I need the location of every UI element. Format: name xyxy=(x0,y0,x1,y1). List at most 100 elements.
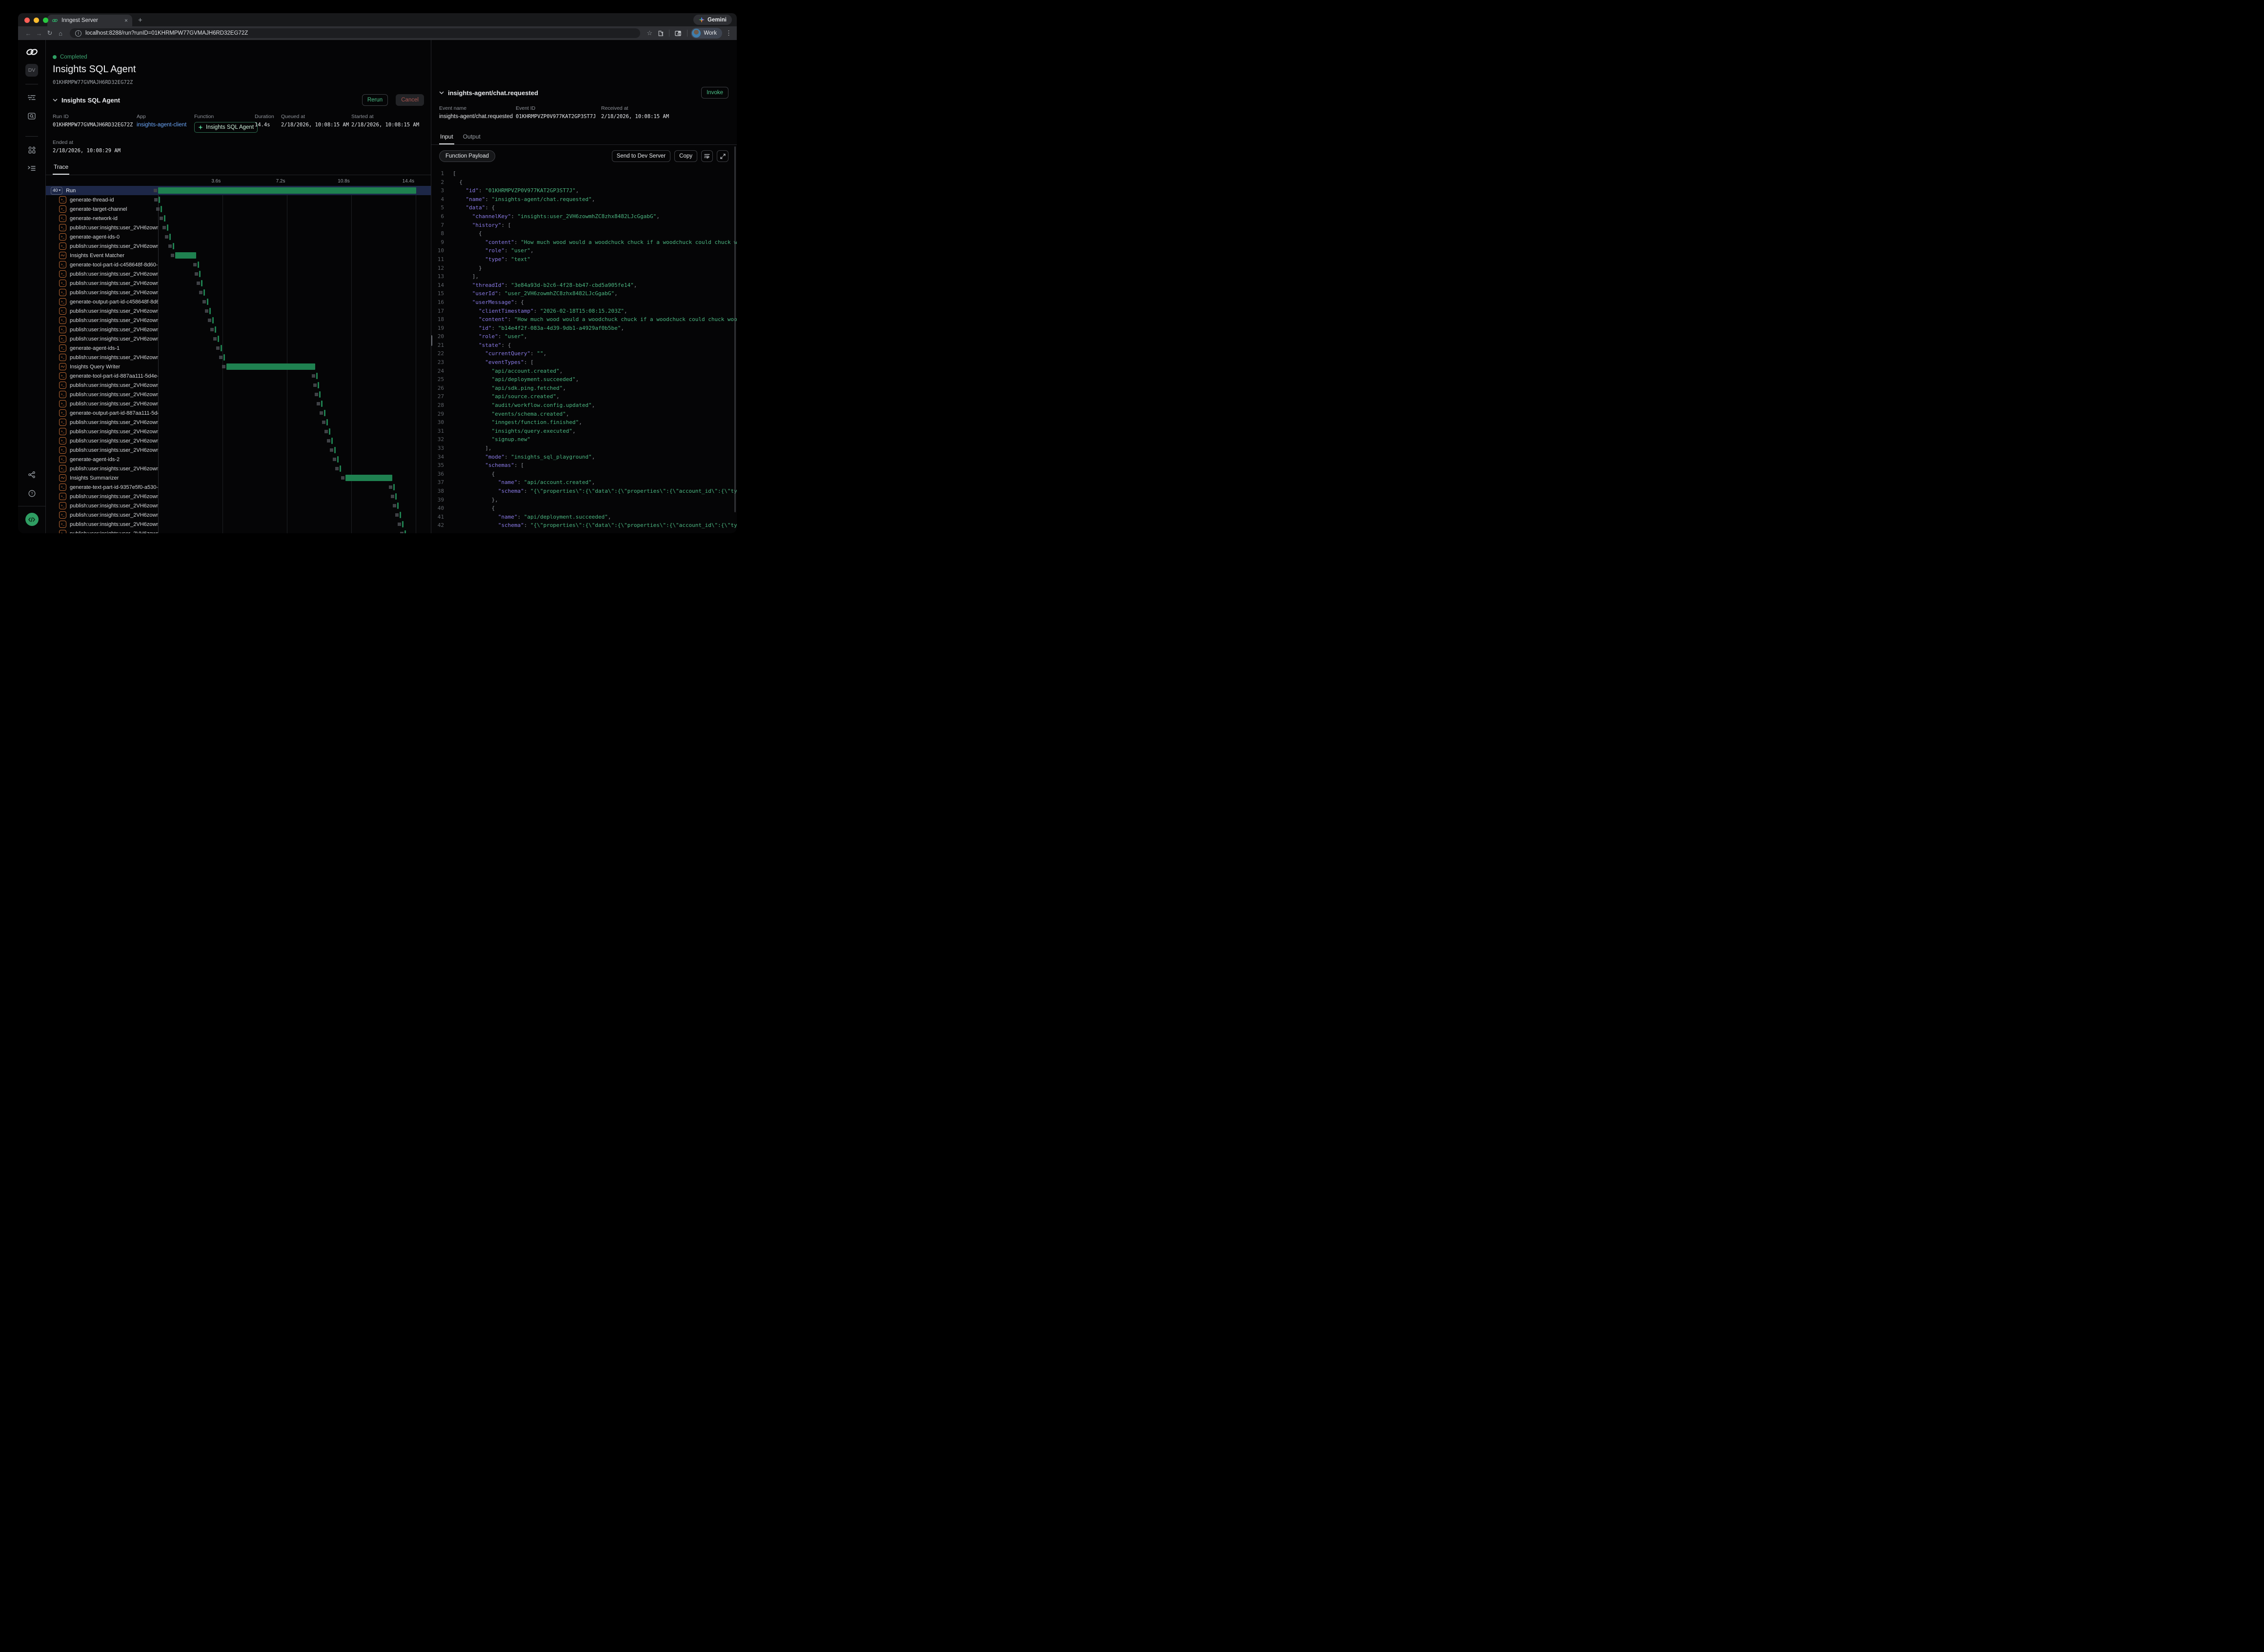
trace-span-row[interactable]: Insights Event Matcher xyxy=(46,251,431,260)
trace-span-row[interactable]: >_publish:user:insights:user_2VH6zowmh..… xyxy=(46,436,431,445)
trace-span-row[interactable]: >_generate-tool-part-id-887aa111-5d4e-45… xyxy=(46,371,431,381)
step-icon: >_ xyxy=(59,344,66,352)
zoom-window-button[interactable] xyxy=(43,18,48,23)
run-accordion-header[interactable]: Insights SQL Agent Rerun Cancel xyxy=(46,91,431,109)
trace-span-row[interactable]: >_publish:user:insights:user_2VH6zowmh..… xyxy=(46,288,431,297)
trace-span-row[interactable]: >_publish:user:insights:user_2VH6zowmh..… xyxy=(46,520,431,529)
back-icon[interactable]: ← xyxy=(23,30,34,37)
new-tab-button[interactable]: + xyxy=(138,16,142,24)
home-icon[interactable]: ⌂ xyxy=(55,30,66,37)
tab-input[interactable]: Input xyxy=(439,130,454,144)
trace-run-row[interactable]: 40▾ Run xyxy=(46,186,431,195)
inngest-logo[interactable] xyxy=(25,48,39,56)
trace-span-row[interactable]: >_publish:user:insights:user_2VH6zowmh..… xyxy=(46,510,431,520)
trace-span-row[interactable]: >_publish:user:insights:user_2VH6zowmh..… xyxy=(46,501,431,510)
detail-field: Event ID01KHRMPVZP0V977KAT2GP3ST7J xyxy=(516,105,601,120)
line-number: 3 xyxy=(431,186,444,195)
trace-span-row[interactable]: >_publish:user:insights:user_2VH6zowmh..… xyxy=(46,223,431,232)
trace-span-row[interactable]: >_publish:user:insights:user_2VH6zowmh..… xyxy=(46,399,431,408)
trace-span-row[interactable]: >_publish:user:insights:user_2VH6zowmh..… xyxy=(46,242,431,251)
browser-menu-icon[interactable]: ⋮ xyxy=(726,29,732,37)
tab-trace[interactable]: Trace xyxy=(53,161,69,175)
span-label: Insights Summarizer xyxy=(70,475,119,481)
field-label: Run ID xyxy=(53,114,137,120)
reload-icon[interactable]: ↻ xyxy=(44,29,55,37)
close-tab-icon[interactable]: × xyxy=(124,18,128,23)
event-accordion-header[interactable]: insights-agent/chat.requested Invoke xyxy=(431,84,737,101)
trace-span-row[interactable]: >_publish:user:insights:user_2VH6zowmh..… xyxy=(46,529,431,533)
share-icon[interactable] xyxy=(25,469,38,481)
code-scrollbar[interactable] xyxy=(734,146,736,512)
trace-span-row[interactable]: >_generate-target-channel xyxy=(46,204,431,214)
tick-label: 14.4s xyxy=(403,179,416,184)
url-bar[interactable]: i localhost:8288/run?runID=01KHRMPW77GVM… xyxy=(70,28,640,38)
field-value[interactable]: Insights SQL Agent xyxy=(194,122,258,133)
line-number: 30 xyxy=(431,418,444,427)
span-count-chip[interactable]: 40▾ xyxy=(51,187,62,195)
cancel-button[interactable]: Cancel xyxy=(396,94,424,106)
trace-span-row[interactable]: >_publish:user:insights:user_2VH6zowmh..… xyxy=(46,427,431,436)
extensions-icon[interactable] xyxy=(655,30,666,37)
trace-span-row[interactable]: >_generate-text-part-id-9357e5f0-a530-4.… xyxy=(46,483,431,492)
span-label: publish:user:insights:user_2VH6zowmh... xyxy=(70,401,158,407)
trace-span-row[interactable]: >_publish:user:insights:user_2VH6zowmh..… xyxy=(46,279,431,288)
gemini-button[interactable]: Gemini xyxy=(693,15,732,25)
trace-span-row[interactable]: >_publish:user:insights:user_2VH6zowmh..… xyxy=(46,325,431,334)
line-number: 10 xyxy=(431,246,444,255)
invoke-button[interactable]: Invoke xyxy=(701,87,728,99)
trace-span-row[interactable]: >_publish:user:insights:user_2VH6zowmh..… xyxy=(46,445,431,455)
trace-span-row[interactable]: Insights Query Writer xyxy=(46,362,431,371)
trace-span-row[interactable]: >_publish:user:insights:user_2VH6zowmh..… xyxy=(46,353,431,362)
code-line: 28 "audit/workflow.config.updated", xyxy=(431,401,737,410)
trace-span-row[interactable]: >_publish:user:insights:user_2VH6zowmh..… xyxy=(46,334,431,343)
tab-output[interactable]: Output xyxy=(462,130,482,144)
apps-icon[interactable] xyxy=(25,144,38,156)
trace-span-row[interactable]: >_publish:user:insights:user_2VH6zowmh..… xyxy=(46,269,431,279)
side-panel-search-icon[interactable] xyxy=(673,30,684,37)
function-payload-button[interactable]: Function Payload xyxy=(439,150,495,162)
field-value[interactable]: insights-agent-client xyxy=(137,122,194,128)
app-avatar[interactable]: DV xyxy=(25,64,38,77)
close-window-button[interactable] xyxy=(24,18,30,23)
gantt-bar xyxy=(212,317,214,323)
field-value: 14.4s xyxy=(255,122,281,128)
copy-button[interactable]: Copy xyxy=(674,150,697,162)
minimize-window-button[interactable] xyxy=(34,18,39,23)
field-value: 01KHRMPW77GVMAJH6RD32EG72Z xyxy=(53,122,137,128)
word-wrap-icon[interactable] xyxy=(701,150,713,162)
console-icon[interactable] xyxy=(25,162,38,174)
runs-list-icon[interactable] xyxy=(25,92,38,103)
trace-span-row[interactable]: >_publish:user:insights:user_2VH6zowmh..… xyxy=(46,492,431,501)
span-label: publish:user:insights:user_2VH6zowmh... xyxy=(70,429,158,435)
trace-span-row[interactable]: >_generate-network-id xyxy=(46,214,431,223)
site-info-icon[interactable]: i xyxy=(75,30,81,37)
profile-chip[interactable]: Work xyxy=(691,28,722,39)
trace-span-row[interactable]: >_publish:user:insights:user_2VH6zowmh..… xyxy=(46,464,431,473)
forward-icon[interactable]: → xyxy=(34,30,44,37)
pane-resize-handle[interactable] xyxy=(431,335,432,346)
send-to-dev-server-button[interactable]: Send to Dev Server xyxy=(612,150,670,162)
span-label: publish:user:insights:user_2VH6zowmh... xyxy=(70,522,158,527)
expand-icon[interactable] xyxy=(717,150,728,162)
trace-span-row[interactable]: >_generate-output-part-id-c458648f-8d6..… xyxy=(46,297,431,306)
trace-span-row[interactable]: >_generate-agent-ids-0 xyxy=(46,232,431,242)
trace-span-row[interactable]: >_generate-agent-ids-1 xyxy=(46,343,431,353)
browser-tab[interactable]: Inngest Server × xyxy=(47,15,132,26)
trace-span-row[interactable]: >_publish:user:insights:user_2VH6zowmh..… xyxy=(46,390,431,399)
line-number: 26 xyxy=(431,384,444,393)
trace-span-row[interactable]: >_publish:user:insights:user_2VH6zowmh..… xyxy=(46,418,431,427)
trace-span-row[interactable]: >_generate-output-part-id-887aa111-5d4e.… xyxy=(46,408,431,418)
trace-span-row[interactable]: >_publish:user:insights:user_2VH6zowmh..… xyxy=(46,316,431,325)
trace-span-row[interactable]: >_generate-tool-part-id-c458648f-8d60-..… xyxy=(46,260,431,269)
trace-span-row[interactable]: >_generate-agent-ids-2 xyxy=(46,455,431,464)
search-panel-icon[interactable] xyxy=(25,110,38,122)
rerun-button[interactable]: Rerun xyxy=(362,94,388,106)
trace-span-row[interactable]: >_publish:user:insights:user_2VH6zowmh..… xyxy=(46,306,431,316)
trace-span-row[interactable]: >_publish:user:insights:user_2VH6zowmh..… xyxy=(46,381,431,390)
trace-span-row[interactable]: Insights Summarizer xyxy=(46,473,431,483)
dev-code-button[interactable] xyxy=(25,513,39,526)
bookmark-star-icon[interactable]: ☆ xyxy=(644,29,655,37)
help-icon[interactable]: ? xyxy=(25,487,38,499)
gantt-bar xyxy=(173,243,174,249)
trace-span-row[interactable]: >_generate-thread-id xyxy=(46,195,431,204)
